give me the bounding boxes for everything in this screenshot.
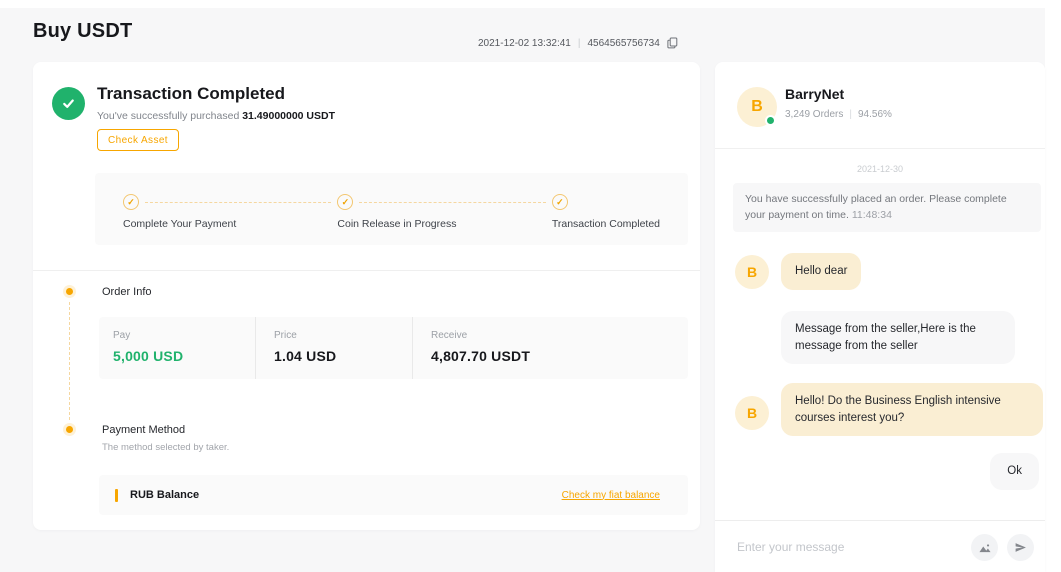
chat-message-seller: Hello dear [781,253,861,290]
payment-method-name: RUB Balance [130,489,199,501]
timeline-dashed-line [69,302,70,420]
step-transaction-completed: ✓ Transaction Completed [552,194,660,245]
seller-name: BarryNet [785,86,844,102]
step-label: Complete Your Payment [123,218,337,230]
order-detail-card: Transaction Completed You've successfull… [33,62,700,530]
step-connector [145,202,331,203]
price-value: 1.04 USD [274,348,412,364]
seller-stats: 3,249 Orders | 94.56% [785,109,892,120]
chat-panel: B BarryNet 3,249 Orders | 94.56% 2021-12… [715,62,1045,572]
pay-column: Pay 5,000 USD [99,317,255,379]
payment-method-bullet [66,426,73,433]
seller-orders: 3,249 Orders [785,109,843,120]
stats-separator: | [849,109,852,120]
system-message: You have successfully placed an order. P… [733,183,1041,232]
step-check-icon: ✓ [337,194,353,210]
check-fiat-balance-link[interactable]: Check my fiat balance [562,490,660,501]
payment-method-subtitle: The method selected by taker. [102,442,229,453]
step-coin-release: ✓ Coin Release in Progress [337,194,551,245]
image-icon [978,541,992,555]
status-subtitle-text: You've successfully purchased [97,110,242,122]
system-message-time: 11:48:34 [852,209,892,221]
purchased-amount: 31.49000000 USDT [242,110,335,122]
attach-image-button[interactable] [971,534,998,561]
check-asset-button[interactable]: Check Asset [97,129,179,151]
chat-date: 2021-12-30 [715,164,1045,174]
chat-message-buyer: Ok [990,453,1039,490]
chat-message-seller: Message from the seller,Here is the mess… [781,311,1015,364]
online-status-dot [765,115,776,126]
page-title: Buy USDT [33,20,132,43]
receive-value: 4,807.70 USDT [431,348,688,364]
chat-message-seller: Hello! Do the Business English intensive… [781,383,1043,436]
step-complete-payment: ✓ Complete Your Payment [123,194,337,245]
order-id: 4564565756734 [587,38,659,49]
send-message-button[interactable] [1007,534,1034,561]
step-label: Transaction Completed [552,218,660,230]
success-check-icon [52,87,85,120]
card-divider [33,270,700,271]
chat-message-input[interactable] [737,532,927,562]
pay-value: 5,000 USD [113,348,255,364]
message-avatar: B [735,255,769,289]
meta-separator: | [578,38,581,49]
status-title: Transaction Completed [97,84,285,104]
chat-input-divider [715,520,1045,521]
order-meta: 2021-12-02 13:32:41 | 4564565756734 [478,37,678,49]
send-icon [1014,541,1027,554]
order-info-title: Order Info [102,286,152,298]
top-white-strip [0,0,1061,8]
payment-method-title: Payment Method [102,424,185,436]
price-column: Price 1.04 USD [255,317,412,379]
step-check-icon: ✓ [552,194,568,210]
copy-icon[interactable] [667,37,678,49]
order-info-bullet [66,288,73,295]
scrollbar-gutter [1045,0,1061,572]
step-label: Coin Release in Progress [337,218,551,230]
pay-label: Pay [113,330,255,341]
payment-accent-bar [115,489,118,502]
receive-column: Receive 4,807.70 USDT [412,317,688,379]
seller-rating: 94.56% [858,109,892,120]
step-check-icon: ✓ [123,194,139,210]
price-label: Price [274,330,412,341]
progress-steps: ✓ Complete Your Payment ✓ Coin Release i… [95,173,688,245]
message-avatar: B [735,396,769,430]
receive-label: Receive [431,330,688,341]
payment-method-box: RUB Balance Check my fiat balance [99,475,688,515]
order-timestamp: 2021-12-02 13:32:41 [478,38,571,49]
status-subtitle: You've successfully purchased 31.4900000… [97,110,335,122]
chat-header: B BarryNet 3,249 Orders | 94.56% [715,62,1045,148]
order-info-box: Pay 5,000 USD Price 1.04 USD Receive 4,8… [99,317,688,379]
chat-header-divider [715,148,1045,149]
step-connector [359,202,545,203]
